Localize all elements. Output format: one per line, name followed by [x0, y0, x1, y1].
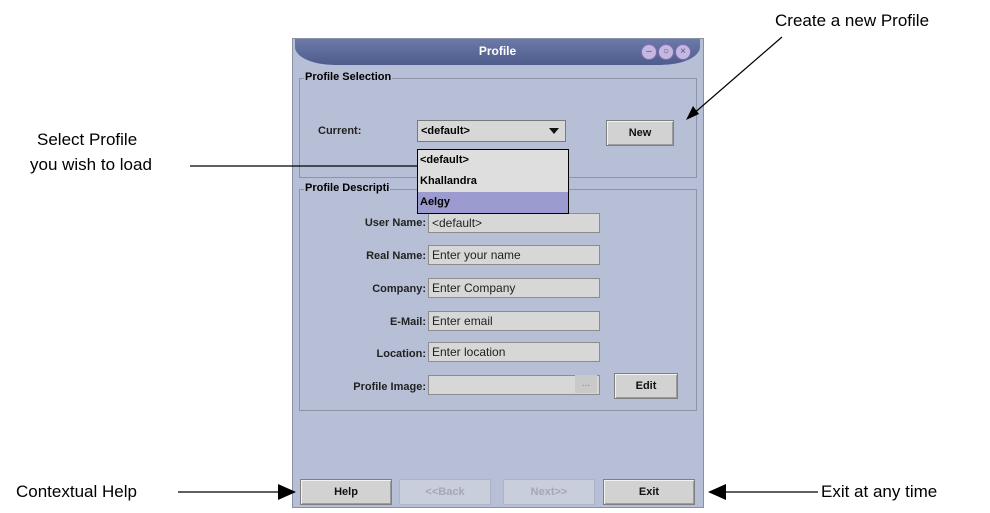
company-field[interactable]: Enter Company — [428, 278, 600, 298]
location-field[interactable]: Enter location — [428, 342, 600, 362]
location-label: Location: — [376, 348, 427, 360]
minimize-icon[interactable]: – — [641, 44, 657, 60]
edit-image-button[interactable]: Edit — [614, 373, 678, 399]
company-label: Company: — [372, 283, 426, 295]
real-name-label: Real Name: — [366, 250, 426, 262]
exit-button[interactable]: Exit — [603, 479, 695, 505]
create-profile-arrow-line — [691, 36, 783, 116]
annotation-exit-any-time: Exit at any time — [821, 482, 938, 501]
real-name-field[interactable]: Enter your name — [428, 245, 600, 265]
dropdown-option-default[interactable]: <default> — [418, 150, 568, 171]
annotation-select-profile-line2: you wish to load — [30, 155, 152, 174]
maximize-icon[interactable]: ○ — [658, 44, 674, 60]
title-bar[interactable]: Profile – ○ × — [295, 39, 700, 65]
current-profile-select[interactable]: <default> — [417, 120, 566, 142]
user-name-label: User Name: — [364, 217, 426, 229]
close-icon[interactable]: × — [675, 44, 691, 60]
dropdown-option-khallandra[interactable]: Khallandra — [418, 171, 568, 192]
profile-description-title: Profile Descripti — [304, 182, 391, 194]
new-profile-button[interactable]: New — [606, 120, 674, 146]
email-field[interactable]: Enter email — [428, 311, 600, 331]
next-button[interactable]: Next>> — [503, 479, 595, 505]
dropdown-option-aelgy[interactable]: Aelgy — [418, 192, 568, 213]
user-name-field[interactable]: <default> — [428, 213, 600, 233]
current-label: Current: — [318, 125, 362, 137]
profile-dropdown-list[interactable]: <default> Khallandra Aelgy — [417, 149, 569, 214]
window-title: Profile — [478, 44, 517, 58]
profile-selection-title: Profile Selection — [304, 71, 393, 83]
annotation-create-profile: Create a new Profile — [775, 11, 930, 30]
profile-image-label: Profile Image: — [353, 381, 426, 393]
current-profile-value: <default> — [421, 125, 470, 137]
back-button[interactable]: <<Back — [399, 479, 491, 505]
email-label: E-Mail: — [389, 316, 426, 328]
exit-arrow-head — [708, 484, 726, 500]
annotation-select-profile-line1: Select Profile — [37, 130, 138, 149]
chevron-down-icon[interactable] — [549, 128, 559, 134]
help-button[interactable]: Help — [300, 479, 392, 505]
annotation-contextual-help: Contextual Help — [16, 482, 137, 501]
browse-image-button[interactable]: ... — [575, 375, 597, 393]
